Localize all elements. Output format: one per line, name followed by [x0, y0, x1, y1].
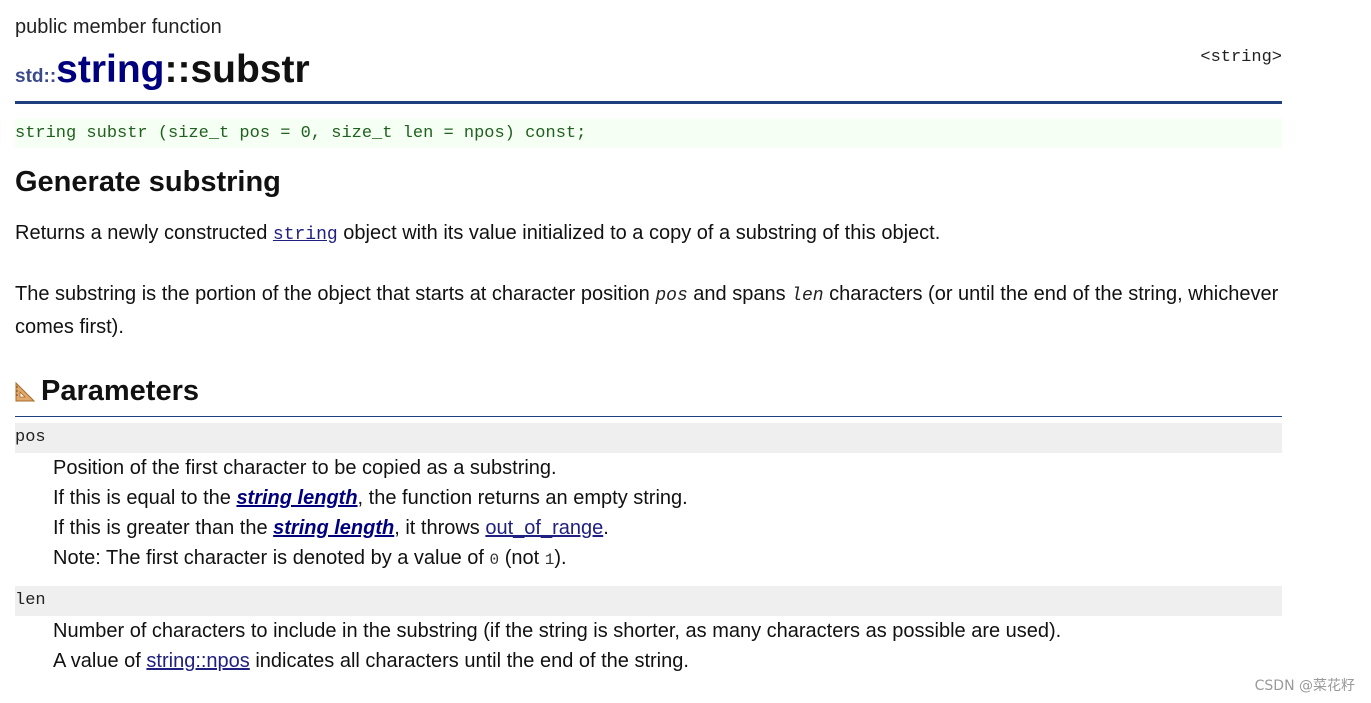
string-length-link-2[interactable]: string length: [273, 517, 394, 539]
pos-line-2: If this is equal to the string length, t…: [53, 483, 1282, 513]
page-title: std::string::substr: [15, 50, 310, 89]
len-line-2: A value of string::npos indicates all ch…: [53, 646, 1282, 676]
string-link[interactable]: string: [273, 225, 338, 245]
member-kind: public member function: [15, 16, 222, 38]
len-line-1: Number of characters to include in the s…: [53, 620, 1062, 642]
pos-line-3-middle: , it throws: [394, 517, 486, 539]
pos-line-3: If this is greater than the string lengt…: [53, 513, 1282, 543]
section-title: Generate substring: [15, 166, 281, 198]
pos-line-3-before: If this is greater than the: [53, 517, 274, 539]
len-line-2-before: A value of: [53, 650, 147, 672]
pos-line-4-middle: (not: [499, 547, 545, 569]
pos-line-4: Note: The first character is denoted by …: [53, 543, 1282, 575]
desc1-before: Returns a newly constructed: [15, 222, 273, 244]
title-function: substr: [190, 48, 310, 91]
pos-line-4-after: ).: [554, 547, 567, 569]
pos-line-2-after: , the function returns an empty string.: [357, 487, 688, 509]
desc2-part2: and spans: [687, 283, 792, 305]
csdn-watermark: CSDN @菜花籽: [1254, 678, 1355, 694]
description-paragraph-1: Returns a newly constructed string objec…: [15, 218, 1282, 251]
pos-line-4-before: Note: The first character is denoted by …: [53, 547, 490, 569]
code-one: 1: [544, 551, 555, 569]
title-divider: [15, 101, 1282, 104]
title-namespace: std::: [15, 66, 57, 87]
len-line-2-after: indicates all characters until the end o…: [249, 650, 689, 672]
param-desc-pos: Position of the first character to be co…: [53, 453, 1282, 575]
ruler-triangle-icon: [15, 381, 36, 402]
var-len: len: [791, 286, 824, 306]
title-separator: ::: [164, 48, 191, 91]
parameters-heading: Parameters: [15, 375, 199, 408]
param-name-pos: pos: [15, 423, 1282, 453]
desc1-after: object with its value initialized to a c…: [337, 222, 941, 244]
string-length-link[interactable]: string length: [236, 487, 357, 509]
title-class: string: [56, 48, 165, 91]
code-zero: 0: [489, 551, 500, 569]
desc2-part1: The substring is the portion of the obje…: [15, 283, 656, 305]
npos-link[interactable]: string::npos: [146, 650, 249, 672]
param-name-len: len: [15, 586, 1282, 616]
parameters-divider: [15, 416, 1282, 417]
out-of-range-link[interactable]: out_of_range: [485, 517, 603, 539]
parameters-title: Parameters: [41, 375, 199, 407]
function-prototype: string substr (size_t pos = 0, size_t le…: [15, 119, 1282, 148]
var-pos: pos: [655, 286, 688, 306]
description-paragraph-2: The substring is the portion of the obje…: [15, 279, 1282, 343]
param-desc-len: Number of characters to include in the s…: [53, 616, 1282, 676]
pos-line-2-before: If this is equal to the: [53, 487, 237, 509]
header-reference: <string>: [1200, 48, 1282, 67]
pos-line-3-after: .: [603, 517, 609, 539]
pos-line-1: Position of the first character to be co…: [53, 457, 557, 479]
